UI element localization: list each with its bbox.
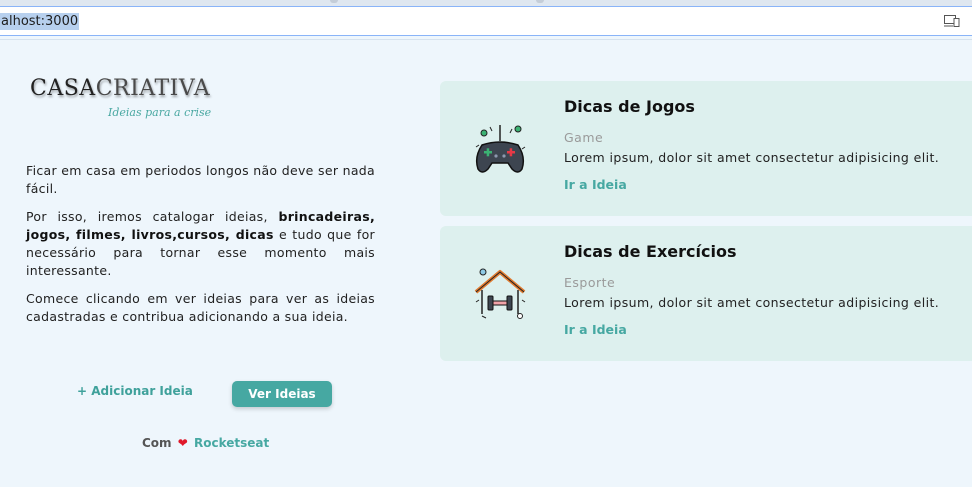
device-toolbar-icon[interactable] bbox=[944, 15, 960, 27]
logo-wordmark: CASACRIATIVA bbox=[30, 76, 220, 101]
card-title: Dicas de Jogos bbox=[564, 97, 695, 116]
idea-card: Dicas de Exercícios Esporte Lorem ipsum,… bbox=[440, 226, 972, 361]
intro-paragraph-2: Por isso, iremos catalogar ideias, brinc… bbox=[26, 208, 375, 280]
heart-icon: ❤ bbox=[177, 436, 188, 450]
intro-text: Ficar em casa em periodos longos não dev… bbox=[26, 162, 375, 336]
go-to-idea-link[interactable]: Ir a Ideia bbox=[564, 322, 627, 337]
card-category: Esporte bbox=[564, 275, 616, 290]
intro-paragraph-1: Ficar em casa em periodos longos não dev… bbox=[26, 163, 375, 196]
rocketseat-link[interactable]: Rocketseat bbox=[194, 436, 269, 450]
view-ideas-button[interactable]: Ver Ideias bbox=[232, 381, 332, 407]
browser-tab[interactable] bbox=[536, 0, 544, 3]
chrome-divider bbox=[0, 39, 972, 40]
address-bar[interactable]: alhost:3000 bbox=[0, 6, 972, 36]
card-category: Game bbox=[564, 130, 604, 145]
site-logo: CASACRIATIVA Ideias para a crise bbox=[30, 76, 220, 126]
view-ideas-label: Ver Ideias bbox=[248, 387, 316, 401]
logo-tagline: Ideias para a crise bbox=[108, 106, 212, 119]
logo-criativa: CRIATIVA bbox=[95, 76, 211, 101]
go-to-idea-link[interactable]: Ir a Ideia bbox=[564, 177, 627, 192]
browser-tab[interactable] bbox=[330, 0, 338, 3]
logo-casa: CASA bbox=[30, 76, 96, 101]
card-description: Lorem ipsum, dolor sit amet consectetur … bbox=[564, 150, 940, 165]
add-idea-link[interactable]: + Adicionar Ideia bbox=[77, 384, 193, 398]
intro-p2-prefix: Por isso, iremos catalogar ideias, bbox=[26, 209, 279, 224]
home-dumbbell-icon bbox=[468, 262, 532, 326]
idea-card: Dicas de Jogos Game Lorem ipsum, dolor s… bbox=[440, 81, 972, 216]
footer-credit: Com ❤ Rocketseat bbox=[142, 436, 269, 450]
card-description: Lorem ipsum, dolor sit amet consectetur … bbox=[564, 295, 940, 310]
credit-prefix: Com bbox=[142, 436, 172, 450]
intro-paragraph-3: Comece clicando em ver ideias para ver a… bbox=[26, 291, 375, 324]
gamepad-icon bbox=[468, 117, 532, 181]
url-text[interactable]: alhost:3000 bbox=[0, 13, 80, 30]
card-title: Dicas de Exercícios bbox=[564, 242, 737, 261]
